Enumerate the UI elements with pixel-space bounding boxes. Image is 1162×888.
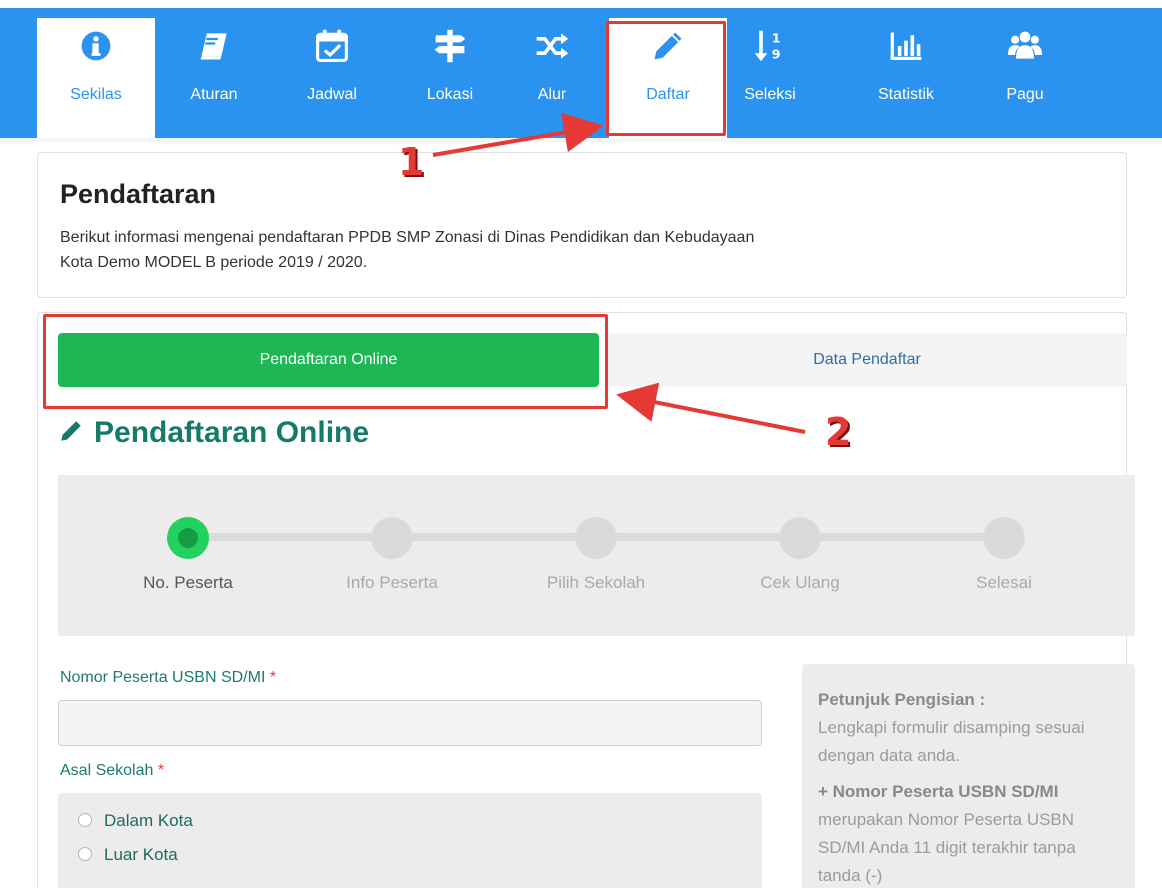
- radio-button[interactable]: [78, 847, 92, 861]
- nav-label: Alur: [537, 86, 567, 103]
- nav-label: Pagu: [1006, 86, 1044, 103]
- required-mark: *: [269, 669, 277, 686]
- pencil-icon: [61, 421, 81, 441]
- step-label: Selesai: [976, 573, 1032, 592]
- asal-sekolah-label-text: Asal Sekolah: [60, 762, 154, 779]
- signpost-icon: [391, 26, 509, 74]
- help-subtitle: + Nomor Peserta USBN SD/MI: [818, 782, 1059, 801]
- calendar-check-icon: [273, 26, 391, 74]
- highlight-box-daftar: [606, 21, 726, 136]
- svg-text:9: 9: [772, 47, 781, 62]
- section-title: Pendaftaran Online: [58, 416, 369, 450]
- radio-button[interactable]: [78, 813, 92, 827]
- nav-label: Jadwal: [307, 86, 357, 103]
- intro-card: Pendaftaran Berikut informasi mengenai p…: [37, 152, 1127, 298]
- intro-description: Berikut informasi mengenai pendaftaran P…: [60, 229, 755, 271]
- top-strip: [0, 0, 1162, 8]
- step-dot-selesai: [983, 517, 1025, 559]
- nav-label: Statistik: [877, 86, 934, 103]
- annotation-number: 1: [398, 140, 425, 184]
- bar-chart-icon: [847, 26, 965, 74]
- section-title-text: Pendaftaran Online: [94, 416, 370, 449]
- step-label: No. Peserta: [143, 573, 233, 592]
- step-label: Pilih Sekolah: [546, 573, 646, 592]
- nav-item-aturan[interactable]: Aturan: [155, 18, 273, 138]
- nav-item-seleksi[interactable]: 19 Seleksi: [711, 18, 829, 138]
- nomor-peserta-input[interactable]: [58, 700, 762, 746]
- step-dot-pilih-sekolah: [575, 517, 617, 559]
- nav-label: Seleksi: [744, 86, 796, 103]
- page-title: Pendaftaran: [60, 179, 217, 209]
- nomor-peserta-label-text: Nomor Peserta USBN SD/MI: [60, 669, 266, 686]
- sort-numeric-icon: 19: [711, 26, 829, 74]
- nav-item-lokasi[interactable]: Lokasi: [391, 18, 509, 138]
- info-icon: [37, 26, 155, 74]
- radio-dalam-kota[interactable]: Dalam Kota: [78, 811, 193, 831]
- step-dot-info-peserta: [371, 517, 413, 559]
- help-text: Lengkapi formulir disamping sesuai denga…: [818, 718, 1085, 765]
- asal-sekolah-label: Asal Sekolah *: [60, 762, 164, 780]
- highlight-box-pendaftaran-online: [43, 314, 608, 409]
- help-title: Petunjuk Pengisian :: [818, 690, 986, 709]
- required-mark: *: [157, 762, 165, 779]
- nomor-peserta-label: Nomor Peserta USBN SD/MI *: [60, 669, 276, 687]
- help-panel: Petunjuk Pengisian : Lengkapi formulir d…: [802, 664, 1135, 888]
- nav-item-jadwal[interactable]: Jadwal: [273, 18, 391, 138]
- annotation-number: 2: [825, 410, 852, 454]
- radio-label: Luar Kota: [104, 845, 178, 864]
- svg-text:1: 1: [772, 30, 781, 45]
- help-text: merupakan Nomor Peserta USBN SD/MI Anda …: [818, 810, 1076, 885]
- nav-item-pagu[interactable]: Pagu: [966, 18, 1084, 138]
- step-dot-cek-ulang: [779, 517, 821, 559]
- nav-label: Sekilas: [70, 86, 122, 103]
- nav-item-sekilas[interactable]: Sekilas: [37, 18, 155, 138]
- step-dot-no-peserta: [167, 517, 209, 559]
- progress-stepper: No. Peserta Info Peserta Pilih Sekolah C…: [58, 475, 1135, 636]
- radio-label: Dalam Kota: [104, 811, 193, 830]
- asal-sekolah-options: Dalam Kota Luar Kota: [58, 793, 762, 888]
- step-label: Info Peserta: [346, 573, 438, 592]
- book-icon: [155, 26, 273, 74]
- users-icon: [966, 26, 1084, 74]
- nav-item-statistik[interactable]: Statistik: [847, 18, 965, 138]
- nav-label: Lokasi: [426, 86, 474, 103]
- step-label: Cek Ulang: [760, 573, 840, 592]
- nav-item-alur[interactable]: Alur: [493, 18, 611, 138]
- nav-label: Aturan: [190, 86, 238, 103]
- navbar-divider: [0, 138, 1162, 142]
- shuffle-icon: [493, 26, 611, 74]
- tab-data-pendaftar[interactable]: Data Pendaftar: [607, 333, 1127, 387]
- radio-luar-kota[interactable]: Luar Kota: [78, 845, 178, 865]
